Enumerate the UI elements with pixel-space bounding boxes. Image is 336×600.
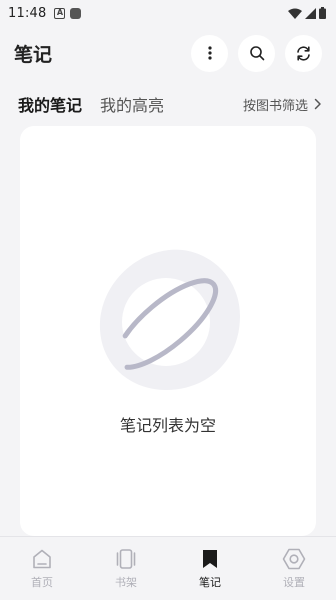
nav-label-settings: 设置 [283, 575, 305, 589]
bookshelf-icon [116, 548, 136, 569]
nav-label-notes: 笔记 [199, 575, 221, 589]
refresh-icon [297, 45, 310, 61]
empty-planet-illustration [99, 249, 241, 390]
more-button[interactable] [191, 34, 228, 72]
app-header: 笔记 [0, 30, 336, 76]
search-button[interactable] [238, 34, 275, 72]
filter-by-book-button[interactable]: 按图书筛选 [243, 95, 322, 114]
nav-label-home: 首页 [31, 575, 53, 589]
battery-icon [319, 7, 326, 19]
bookmark-icon [203, 549, 217, 568]
tab-my-highlights[interactable]: 我的高亮 [100, 92, 164, 116]
signal-icon [305, 7, 316, 19]
search-icon [249, 46, 264, 61]
nav-item-bookshelf[interactable]: 书架 [84, 537, 168, 600]
nav-item-home[interactable]: 首页 [0, 537, 84, 600]
status-bar: 11:48 A [0, 0, 336, 26]
nav-item-settings[interactable]: 设置 [252, 537, 336, 600]
refresh-button[interactable] [285, 34, 322, 72]
empty-state-text: 笔记列表为空 [119, 416, 216, 435]
page-title: 笔记 [14, 43, 53, 66]
header-actions [191, 34, 322, 72]
more-vertical-icon [207, 46, 212, 60]
wifi-icon [288, 8, 302, 19]
filter-label: 按图书筛选 [242, 98, 308, 114]
home-icon [33, 549, 51, 568]
bottom-nav: 首页 书架 笔记 设置 [0, 536, 336, 600]
notification-a-icon: A [54, 7, 66, 19]
status-time: 11:48 [8, 5, 47, 21]
settings-icon [282, 548, 306, 569]
tab-bar: 我的笔记 我的高亮 按图书筛选 [0, 88, 336, 120]
status-right-icons [288, 7, 326, 19]
notes-list-card: 笔记列表为空 [20, 126, 316, 536]
chevron-right-icon [314, 98, 321, 110]
tab-my-notes[interactable]: 我的笔记 [18, 92, 82, 116]
notification-square-icon [70, 7, 82, 19]
nav-label-bookshelf: 书架 [115, 575, 137, 589]
nav-item-notes[interactable]: 笔记 [168, 537, 252, 600]
